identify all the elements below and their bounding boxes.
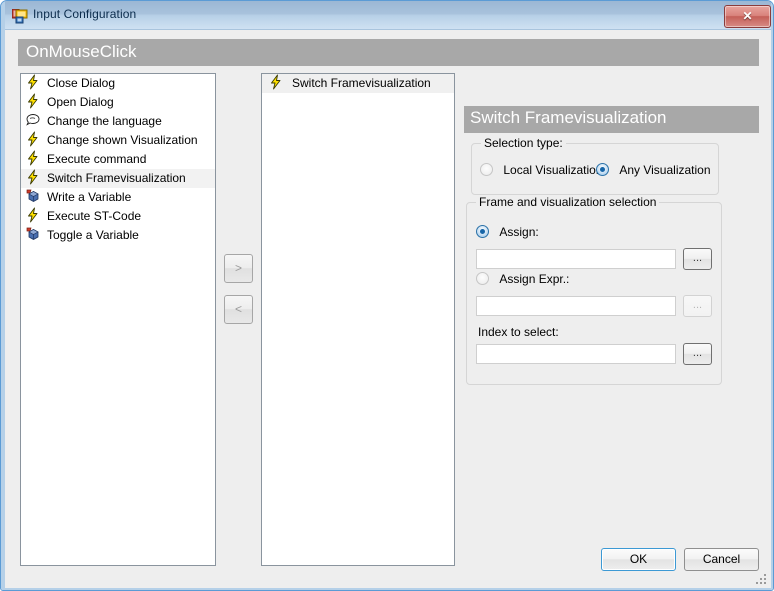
variable-icon xyxy=(25,188,41,204)
cancel-button[interactable]: Cancel xyxy=(684,548,759,571)
available-actions-list[interactable]: Close Dialog Open Dialog Change the langua… xyxy=(20,73,216,566)
variable-icon xyxy=(25,226,41,242)
add-action-button[interactable]: > xyxy=(224,254,253,283)
radio-assign-label: Assign: xyxy=(499,225,539,239)
index-to-select-label: Index to select: xyxy=(478,325,559,339)
list-item[interactable]: Change shown Visualization xyxy=(21,131,215,150)
lightning-icon xyxy=(25,93,41,109)
selection-type-group: Selection type: Local Visualization Any … xyxy=(471,136,719,195)
list-item-label: Execute ST-Code xyxy=(47,209,142,223)
lightning-icon xyxy=(271,74,281,90)
windows-form-icon xyxy=(12,9,28,24)
radio-local-visualization-indicator xyxy=(480,163,493,176)
lightning-icon xyxy=(28,169,38,185)
list-item-label: Execute command xyxy=(47,152,147,166)
close-icon[interactable]: ✕ xyxy=(724,5,771,28)
index-to-select-browse-button[interactable]: ... xyxy=(683,343,712,365)
lightning-icon xyxy=(25,131,41,147)
radio-assign-indicator xyxy=(476,225,489,238)
action-detail-title: Switch Framevisualization xyxy=(470,108,667,127)
list-item[interactable]: Execute command xyxy=(21,150,215,169)
list-item-label: Change shown Visualization xyxy=(47,133,198,147)
list-item[interactable]: Change the language xyxy=(21,112,215,131)
speech-bubble-icon xyxy=(26,114,40,126)
speech-bubble-icon xyxy=(25,112,41,128)
radio-assign-expression-label: Assign Expr.: xyxy=(499,272,570,286)
window-titlebar[interactable]: Input Configuration ✕ xyxy=(1,1,773,30)
assign-expression-browse-button: ... xyxy=(683,295,712,317)
assign-browse-button[interactable]: ... xyxy=(683,248,712,270)
list-item[interactable]: Write a Variable xyxy=(21,188,215,207)
lightning-icon xyxy=(25,150,41,166)
lightning-icon xyxy=(28,74,38,90)
lightning-icon xyxy=(28,150,38,166)
variable-icon xyxy=(26,189,39,202)
list-item[interactable]: Close Dialog xyxy=(21,74,215,93)
ok-button[interactable]: OK xyxy=(601,548,676,571)
configured-actions-list[interactable]: Switch Framevisualization xyxy=(261,73,455,566)
remove-action-button[interactable]: < xyxy=(224,295,253,324)
assign-input[interactable] xyxy=(476,249,676,269)
list-item[interactable]: Switch Framevisualization xyxy=(262,74,454,93)
radio-any-visualization[interactable]: Any Visualization xyxy=(596,163,711,177)
frame-selection-group-label: Frame and visualization selection xyxy=(476,195,660,209)
event-name-banner: OnMouseClick xyxy=(18,39,759,66)
lightning-icon xyxy=(25,169,41,185)
lightning-icon xyxy=(268,74,284,90)
index-to-select-input[interactable] xyxy=(476,344,676,364)
list-item[interactable]: Toggle a Variable xyxy=(21,226,215,245)
radio-local-visualization[interactable]: Local Visualization xyxy=(480,163,603,177)
list-item-label: Switch Framevisualization xyxy=(47,171,186,185)
list-item[interactable]: Switch Framevisualization xyxy=(21,169,215,188)
selection-type-group-label: Selection type: xyxy=(481,136,566,150)
list-item-label: Toggle a Variable xyxy=(47,228,139,242)
input-configuration-window: Input Configuration ✕ OnMouseClick Close… xyxy=(0,0,774,591)
action-detail-banner: Switch Framevisualization xyxy=(464,106,759,133)
list-item-label: Write a Variable xyxy=(47,190,132,204)
dialog-client-area: OnMouseClick Close Dialog Open Dialog Chan… xyxy=(5,30,771,588)
variable-icon xyxy=(26,227,39,240)
radio-assign-expression-indicator xyxy=(476,272,489,285)
lightning-icon xyxy=(25,74,41,90)
radio-assign-expression[interactable]: Assign Expr.: xyxy=(476,272,569,286)
frame-selection-group: Frame and visualization selection Assign… xyxy=(466,195,722,385)
resize-grip[interactable] xyxy=(754,572,768,586)
assign-expression-input[interactable] xyxy=(476,296,676,316)
event-name-label: OnMouseClick xyxy=(26,42,137,61)
window-title: Input Configuration xyxy=(33,7,137,21)
radio-assign[interactable]: Assign: xyxy=(476,225,539,239)
lightning-icon xyxy=(25,207,41,223)
lightning-icon xyxy=(28,207,38,223)
list-item[interactable]: Execute ST-Code xyxy=(21,207,215,226)
radio-any-visualization-label: Any Visualization xyxy=(619,163,711,177)
lightning-icon xyxy=(28,131,38,147)
radio-any-visualization-indicator xyxy=(596,163,609,176)
list-item-label: Open Dialog xyxy=(47,95,114,109)
radio-local-visualization-label: Local Visualization xyxy=(503,163,603,177)
list-item[interactable]: Open Dialog xyxy=(21,93,215,112)
list-item-label: Change the language xyxy=(47,114,162,128)
lightning-icon xyxy=(28,93,38,109)
list-item-label: Close Dialog xyxy=(47,76,116,90)
close-button-glyph: ✕ xyxy=(742,9,753,23)
list-item-label: Switch Framevisualization xyxy=(292,76,431,90)
